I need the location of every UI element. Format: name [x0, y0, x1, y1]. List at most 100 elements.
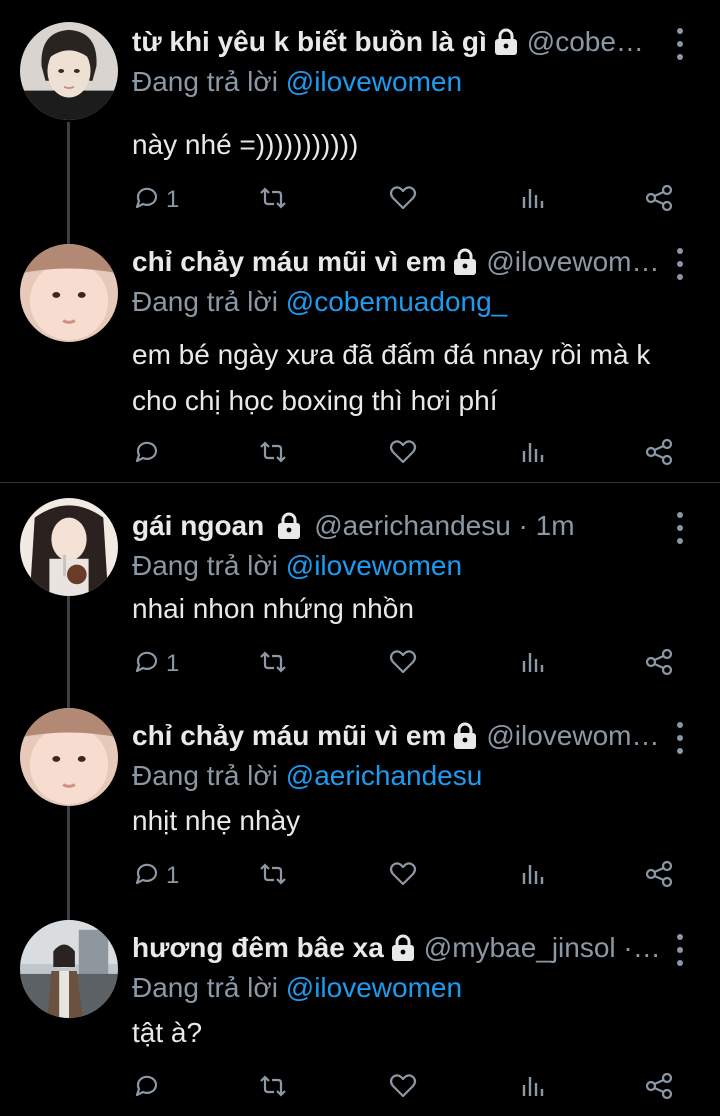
retweet-button[interactable] — [258, 182, 288, 218]
views-button[interactable] — [518, 646, 548, 682]
tweet-actions: 1 — [132, 646, 692, 682]
comment-icon — [132, 183, 162, 218]
tweet-header: chỉ chảy máu mũi vì em @ilovewome... — [132, 716, 662, 756]
share-button[interactable] — [644, 858, 674, 894]
thread-line — [67, 122, 70, 234]
avatar[interactable] — [20, 708, 118, 806]
views-button[interactable] — [518, 436, 548, 472]
tweet-header: chỉ chảy máu mũi vì em @ilovewome... — [132, 242, 662, 282]
lock-icon — [276, 512, 302, 540]
tweet-actions — [132, 436, 692, 472]
share-icon — [644, 859, 674, 894]
replying-to: Đang trả lời @aerichandesu — [132, 760, 482, 792]
replying-to-label: Đang trả lời — [132, 972, 278, 1003]
tweet[interactable]: chỉ chảy máu mũi vì em @ilovewome... Đan… — [0, 220, 720, 482]
share-button[interactable] — [644, 646, 674, 682]
user-handle[interactable]: @ilovewome... — [486, 720, 662, 752]
thread-line — [67, 596, 70, 708]
tweet-header: hương đêm bâe xa @mybae_jinsol · 1... — [132, 928, 662, 968]
heart-icon — [388, 859, 418, 894]
tweet-actions — [132, 1070, 692, 1106]
more-vertical-icon[interactable] — [670, 722, 690, 754]
display-name[interactable]: hương đêm bâe xa — [132, 932, 384, 964]
like-button[interactable] — [388, 1070, 418, 1106]
avatar[interactable] — [20, 920, 118, 1018]
avatar[interactable] — [20, 244, 118, 342]
retweet-button[interactable] — [258, 1070, 288, 1106]
share-icon — [644, 437, 674, 472]
display-name[interactable]: từ khi yêu k biết buồn là gì — [132, 26, 487, 58]
tweet-text: này nhé =))))))))))) — [132, 129, 359, 160]
display-name[interactable]: chỉ chảy máu mũi vì em — [132, 246, 446, 278]
tweet[interactable]: hương đêm bâe xa @mybae_jinsol · 1... Đa… — [0, 920, 720, 1116]
mention-link[interactable]: @aerichandesu — [286, 760, 483, 791]
replying-to-label: Đang trả lời — [132, 66, 278, 97]
analytics-icon — [518, 437, 548, 472]
more-vertical-icon[interactable] — [670, 512, 690, 544]
reply-button[interactable]: 1 — [132, 646, 179, 682]
divider — [0, 482, 720, 483]
like-button[interactable] — [388, 646, 418, 682]
user-handle[interactable]: @ilovewome... — [486, 246, 662, 278]
views-button[interactable] — [518, 1070, 548, 1106]
tweet-text: tật à? — [132, 1017, 203, 1048]
share-button[interactable] — [644, 436, 674, 472]
tweet[interactable]: gái ngoan @aerichandesu · 1m Đang trả lờ… — [0, 498, 720, 708]
comment-icon — [132, 437, 162, 472]
analytics-icon — [518, 183, 548, 218]
views-button[interactable] — [518, 858, 548, 894]
retweet-button[interactable] — [258, 646, 288, 682]
retweet-button[interactable] — [258, 858, 288, 894]
retweet-icon — [258, 647, 288, 682]
tweet[interactable]: chỉ chảy máu mũi vì em @ilovewome... Đan… — [0, 708, 720, 920]
views-button[interactable] — [518, 182, 548, 218]
more-vertical-icon[interactable] — [670, 248, 690, 280]
retweet-icon — [258, 437, 288, 472]
tweet-actions: 1 — [132, 182, 692, 218]
heart-icon — [388, 437, 418, 472]
display-name[interactable]: chỉ chảy máu mũi vì em — [132, 720, 446, 752]
reply-button[interactable] — [132, 1070, 166, 1106]
reply-button[interactable] — [132, 436, 166, 472]
tweet-text: nhịt nhẹ nhày — [132, 805, 301, 836]
replying-to: Đang trả lời @ilovewomen — [132, 550, 462, 582]
replying-to: Đang trả lời @cobemuadong_ — [132, 286, 507, 318]
more-vertical-icon[interactable] — [670, 28, 690, 60]
share-icon — [644, 1071, 674, 1106]
mention-link[interactable]: @ilovewomen — [286, 972, 462, 1003]
reply-count: 1 — [166, 186, 180, 213]
replying-to-label: Đang trả lời — [132, 286, 278, 317]
replying-to: Đang trả lời @ilovewomen — [132, 66, 462, 98]
retweet-icon — [258, 859, 288, 894]
user-handle[interactable]: @aerichandesu · 1m — [314, 510, 662, 542]
share-button[interactable] — [644, 1070, 674, 1106]
mention-link[interactable]: @cobemuadong_ — [286, 286, 507, 317]
replying-to: Đang trả lời @ilovewomen — [132, 972, 462, 1004]
share-button[interactable] — [644, 182, 674, 218]
reply-count: 1 — [166, 862, 180, 889]
analytics-icon — [518, 647, 548, 682]
analytics-icon — [518, 859, 548, 894]
display-name[interactable]: gái ngoan — [132, 510, 264, 542]
user-handle[interactable]: @mybae_jinsol · 1... — [424, 932, 662, 964]
reply-button[interactable]: 1 — [132, 182, 179, 218]
lock-icon — [452, 248, 478, 276]
reply-button[interactable]: 1 — [132, 858, 179, 894]
retweet-button[interactable] — [258, 436, 288, 472]
user-handle[interactable]: @cobem... — [527, 26, 662, 58]
avatar[interactable] — [20, 498, 118, 596]
replying-to-label: Đang trả lời — [132, 550, 278, 581]
more-vertical-icon[interactable] — [670, 934, 690, 966]
mention-link[interactable]: @ilovewomen — [286, 66, 462, 97]
like-button[interactable] — [388, 858, 418, 894]
like-button[interactable] — [388, 436, 418, 472]
mention-link[interactable]: @ilovewomen — [286, 550, 462, 581]
tweet[interactable]: từ khi yêu k biết buồn là gì @cobem... Đ… — [0, 14, 720, 234]
like-button[interactable] — [388, 182, 418, 218]
lock-icon — [390, 934, 416, 962]
thread-line — [67, 806, 70, 920]
comment-icon — [132, 859, 162, 894]
avatar[interactable] — [20, 22, 118, 120]
retweet-icon — [258, 183, 288, 218]
comment-icon — [132, 647, 162, 682]
